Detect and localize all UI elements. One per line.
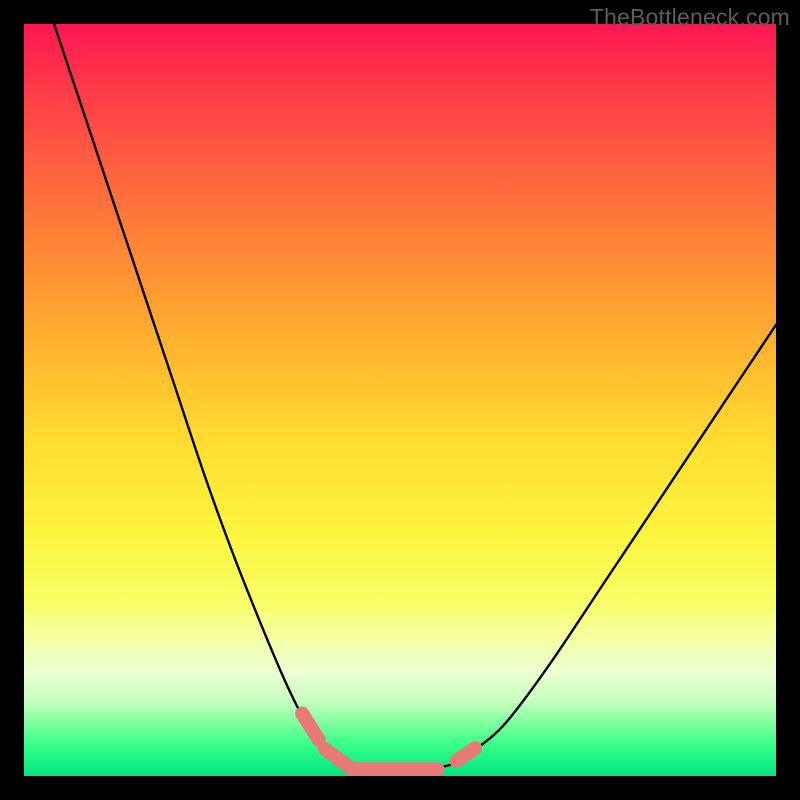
marker-group [302, 714, 475, 770]
marker-left-lower [325, 749, 351, 769]
bottleneck-curve [54, 24, 776, 769]
plot-area [24, 24, 776, 776]
marker-left-upper [302, 714, 319, 740]
watermark-text: TheBottleneck.com [590, 4, 790, 31]
curve-layer [24, 24, 776, 776]
marker-right [456, 748, 475, 761]
outer-frame: TheBottleneck.com [0, 0, 800, 800]
